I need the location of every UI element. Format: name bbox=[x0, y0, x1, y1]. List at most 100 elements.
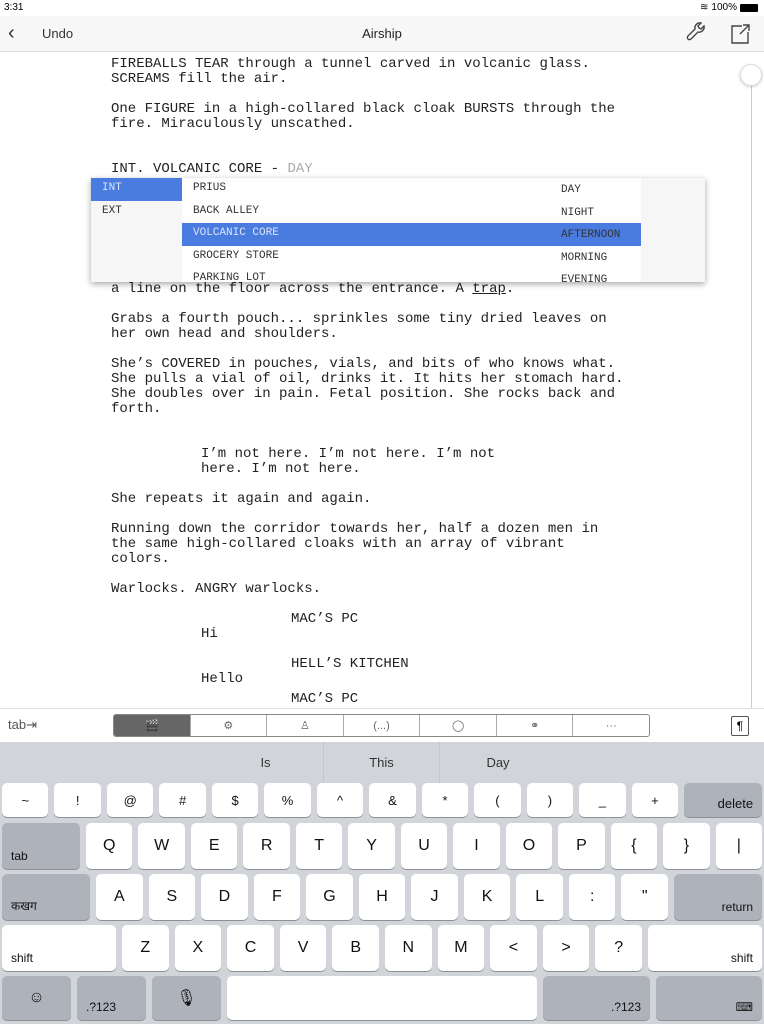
key[interactable]: ? bbox=[595, 925, 642, 971]
action-line: She pulls a vial of oil, drinks it. It h… bbox=[111, 371, 624, 387]
key[interactable]: @ bbox=[106, 783, 154, 817]
key[interactable]: U bbox=[400, 823, 448, 869]
key[interactable]: A bbox=[96, 874, 143, 920]
parenthetical-icon[interactable]: (...) bbox=[344, 715, 421, 736]
key[interactable]: * bbox=[421, 783, 469, 817]
language-key[interactable]: कखग bbox=[2, 874, 90, 920]
key[interactable]: " bbox=[621, 874, 669, 920]
key[interactable]: H bbox=[358, 874, 406, 920]
key[interactable]: ! bbox=[54, 783, 101, 817]
character-icon[interactable]: ♙ bbox=[267, 715, 344, 736]
key[interactable]: C bbox=[227, 925, 274, 971]
tab-button[interactable]: tab⇥ bbox=[8, 717, 37, 733]
key[interactable]: E bbox=[190, 823, 238, 869]
numbers-key[interactable]: .?123 bbox=[543, 976, 650, 1020]
action-line: She doubles over in pain. Fetal position… bbox=[111, 386, 616, 402]
time-option[interactable]: AFTERNOON bbox=[551, 223, 705, 246]
key[interactable]: L bbox=[516, 874, 563, 920]
keyboard: Is This Day ~! @ # $% ^ & *() _ + delete tab Q W E R T… bbox=[0, 742, 764, 1024]
microphone-icon[interactable]: 🎙 bbox=[152, 976, 221, 1020]
key[interactable]: W bbox=[138, 823, 185, 869]
key[interactable]: Y bbox=[348, 823, 395, 869]
paragraph-icon[interactable]: ¶ bbox=[731, 716, 749, 736]
key[interactable]: O bbox=[505, 823, 553, 869]
dialogue-line: I’m not here. I’m not here. I’m not bbox=[201, 446, 496, 462]
action-line: Running down the corridor towards her, h… bbox=[111, 521, 599, 537]
key[interactable]: $ bbox=[211, 783, 259, 817]
tab-key[interactable]: tab bbox=[2, 823, 80, 869]
key[interactable]: % bbox=[264, 783, 311, 817]
scroll-knob[interactable] bbox=[740, 64, 762, 86]
key[interactable]: # bbox=[159, 783, 206, 817]
numbers-key[interactable]: .?123 bbox=[77, 976, 146, 1020]
keyboard-row-1: tab Q W E R T Y U I O P{} | bbox=[2, 823, 763, 869]
battery-icon bbox=[740, 3, 758, 12]
time-option[interactable]: EVENING bbox=[551, 268, 705, 282]
key[interactable]: I bbox=[453, 823, 500, 869]
key[interactable]: _ bbox=[579, 783, 626, 817]
key[interactable]: F bbox=[253, 874, 301, 920]
key[interactable]: V bbox=[279, 925, 327, 971]
key[interactable]: ~ bbox=[2, 783, 49, 817]
scroll-track[interactable] bbox=[751, 64, 752, 708]
key[interactable]: S bbox=[148, 874, 196, 920]
key[interactable]: Q bbox=[86, 823, 133, 869]
shift-key[interactable]: shift bbox=[647, 925, 762, 971]
key[interactable]: > bbox=[542, 925, 590, 971]
keyboard-row-2: कखग A S D F G H J K L: " return bbox=[2, 874, 763, 920]
clock: 3:31 bbox=[4, 2, 24, 13]
key[interactable]: D bbox=[201, 874, 248, 920]
key[interactable]: < bbox=[490, 925, 537, 971]
suggestion[interactable]: Is bbox=[208, 742, 324, 783]
key[interactable]: N bbox=[384, 925, 432, 971]
key[interactable]: { bbox=[610, 823, 658, 869]
shift-key[interactable]: shift bbox=[2, 925, 116, 971]
action-line: SCREAMS fill the air. bbox=[111, 71, 288, 87]
suggestion[interactable]: This bbox=[324, 742, 440, 783]
wrench-icon[interactable] bbox=[684, 22, 708, 51]
transition-icon[interactable]: ⚭ bbox=[497, 715, 574, 736]
key[interactable]: | bbox=[715, 823, 763, 869]
dialogue-icon[interactable]: ◯ bbox=[420, 715, 497, 736]
key[interactable]: T bbox=[295, 823, 343, 869]
delete-key[interactable]: delete bbox=[684, 783, 763, 817]
script-editor[interactable]: FIREBALLS TEAR through a tunnel carved i… bbox=[0, 52, 764, 708]
hide-keyboard-icon[interactable]: ⌨ bbox=[656, 976, 762, 1020]
key[interactable]: P bbox=[558, 823, 605, 869]
time-option[interactable]: MORNING bbox=[551, 246, 705, 269]
character-name: HELL’S KITCHEN bbox=[291, 656, 409, 672]
key[interactable]: ) bbox=[526, 783, 574, 817]
accessory-bar: tab⇥ 🎬 ⚙ ♙ (...) ◯ ⚭ ··· ¶ bbox=[0, 708, 764, 742]
more-icon[interactable]: ··· bbox=[573, 715, 649, 736]
key[interactable]: } bbox=[663, 823, 710, 869]
action-line: fire. Miraculously unscathed. bbox=[111, 116, 355, 132]
key[interactable]: ^ bbox=[316, 783, 364, 817]
return-key[interactable]: return bbox=[674, 874, 763, 920]
key[interactable]: Z bbox=[122, 925, 169, 971]
suggestion[interactable]: Day bbox=[440, 742, 556, 783]
emoji-key[interactable]: ☺ bbox=[2, 976, 71, 1020]
space-key[interactable] bbox=[227, 976, 537, 1020]
key[interactable]: B bbox=[332, 925, 379, 971]
key[interactable]: G bbox=[306, 874, 353, 920]
key[interactable]: J bbox=[411, 874, 458, 920]
key[interactable]: & bbox=[369, 783, 416, 817]
document-title: Airship bbox=[362, 26, 402, 41]
key[interactable]: X bbox=[174, 925, 222, 971]
share-icon[interactable] bbox=[728, 22, 752, 51]
time-option[interactable]: NIGHT bbox=[551, 201, 705, 224]
time-option[interactable]: DAY bbox=[551, 178, 705, 201]
character-name: MAC’S PC bbox=[291, 611, 359, 627]
key[interactable]: : bbox=[568, 874, 616, 920]
key[interactable]: ( bbox=[474, 783, 521, 817]
option-int[interactable]: INT bbox=[91, 178, 182, 201]
scene-heading-icon[interactable]: 🎬 bbox=[114, 715, 191, 736]
gear-icon[interactable]: ⚙ bbox=[191, 715, 268, 736]
option-ext[interactable]: EXT bbox=[91, 201, 182, 224]
key[interactable]: M bbox=[437, 925, 485, 971]
key[interactable]: R bbox=[243, 823, 290, 869]
action-text-end: . bbox=[505, 281, 515, 297]
key[interactable]: + bbox=[631, 783, 679, 817]
key[interactable]: K bbox=[463, 874, 511, 920]
scene-heading-text: INT. VOLCANIC CORE - bbox=[111, 161, 288, 177]
